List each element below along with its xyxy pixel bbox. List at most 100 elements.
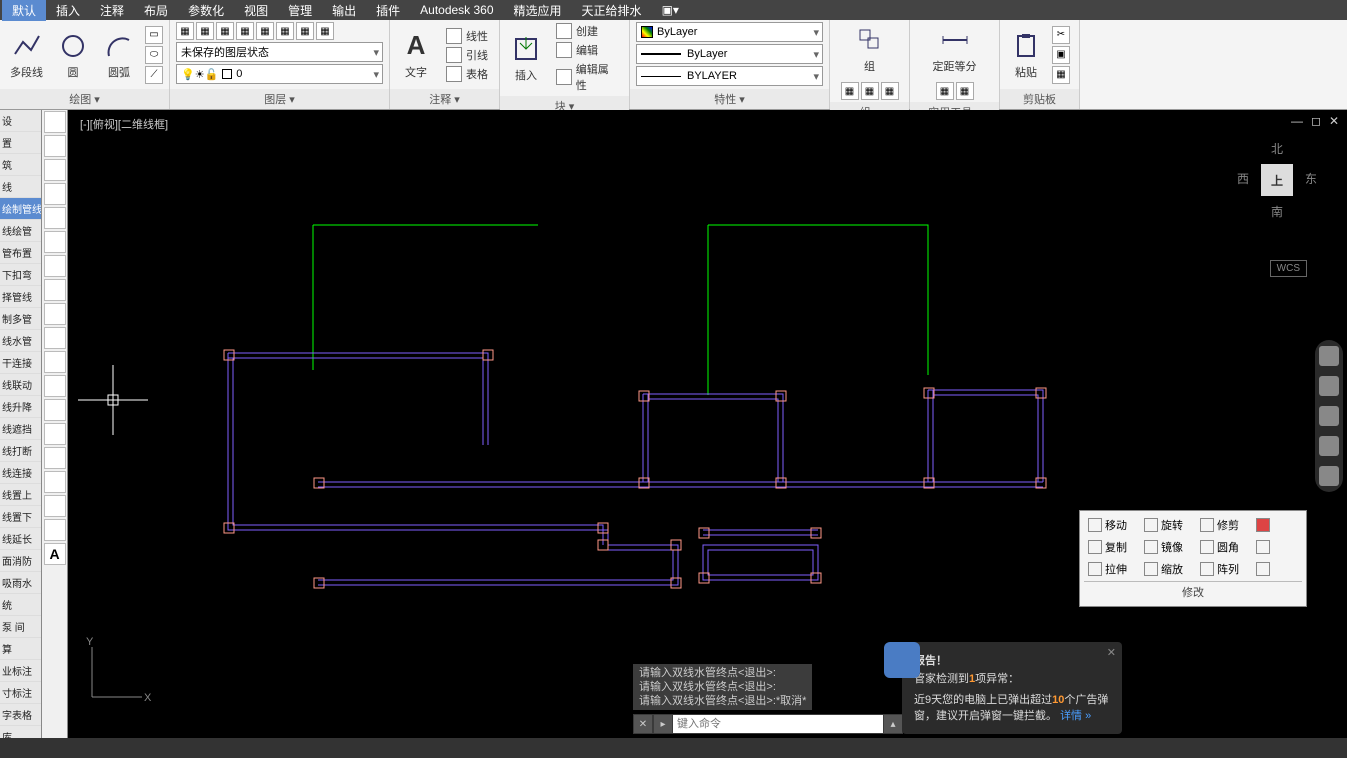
pan-icon[interactable] <box>1319 376 1339 396</box>
text-button[interactable]: A 文字 <box>396 28 436 82</box>
rotate-button[interactable]: 旋转 <box>1140 515 1190 535</box>
layer-tool-icon[interactable]: ▦ <box>216 22 234 40</box>
current-layer-combo[interactable]: 💡 ☀ 🔓 0 <box>176 64 383 84</box>
construction-line-icon[interactable] <box>44 135 66 157</box>
edit-attr-button[interactable]: 编辑属性 <box>552 60 623 94</box>
array-button[interactable]: 阵列 <box>1196 559 1246 579</box>
ellipse-arc-icon[interactable] <box>44 351 66 373</box>
color-combo[interactable]: ByLayer <box>636 22 823 42</box>
sidebar-item[interactable]: 线升降 <box>0 396 41 418</box>
cmd-close-icon[interactable]: ✕ <box>634 715 652 733</box>
viewcube-west[interactable]: 西 <box>1237 170 1249 187</box>
gradient-tool-icon[interactable] <box>44 471 66 493</box>
showmotion-icon[interactable] <box>1319 466 1339 486</box>
menu-item[interactable]: 注释 <box>90 0 134 21</box>
group-button[interactable]: 组 <box>850 22 890 76</box>
mirror-button[interactable]: 镜像 <box>1140 537 1190 557</box>
menu-item[interactable]: 天正给排水 <box>572 0 652 21</box>
layer-state-combo[interactable]: 未保存的图层状态 <box>176 42 383 62</box>
draw-small-button[interactable]: ▭ <box>145 26 163 44</box>
sidebar-item[interactable]: 寸标注 <box>0 682 41 704</box>
panel-title[interactable]: 特性 ▾ <box>630 89 829 109</box>
sidebar-item[interactable]: 面消防 <box>0 550 41 572</box>
menu-item[interactable]: 视图 <box>234 0 278 21</box>
sidebar-item[interactable]: 线延长 <box>0 528 41 550</box>
cmd-recent-icon[interactable]: ▸ <box>654 715 672 733</box>
menu-item[interactable]: Autodesk 360 <box>410 1 503 19</box>
paste-button[interactable]: 粘贴 <box>1006 28 1046 82</box>
edit-block-button[interactable]: 编辑 <box>552 41 623 59</box>
menu-item[interactable]: 插件 <box>366 0 410 21</box>
ellipse-tool-icon[interactable] <box>44 327 66 349</box>
menu-item[interactable]: 参数化 <box>178 0 234 21</box>
sidebar-item[interactable]: 吸雨水 <box>0 572 41 594</box>
sidebar-item[interactable]: 线绘管 <box>0 220 41 242</box>
layer-tool-icon[interactable]: ▦ <box>316 22 334 40</box>
menu-item[interactable]: 插入 <box>46 0 90 21</box>
sidebar-item[interactable]: 择管线 <box>0 286 41 308</box>
line-tool-icon[interactable] <box>44 111 66 133</box>
sidebar-item[interactable]: 算 <box>0 638 41 660</box>
menu-panel-toggle-icon[interactable]: ▣▾ <box>652 1 689 19</box>
layer-tool-icon[interactable]: ▦ <box>196 22 214 40</box>
insert-block-icon[interactable] <box>44 375 66 397</box>
viewcube-top[interactable]: 上 <box>1261 164 1293 196</box>
group-small-button[interactable]: ▦ <box>841 82 859 100</box>
panel-title[interactable]: 剪贴板 <box>1000 89 1079 109</box>
sidebar-item[interactable]: 线连接 <box>0 462 41 484</box>
menu-item[interactable]: 布局 <box>134 0 178 21</box>
create-block-button[interactable]: 创建 <box>552 22 623 40</box>
group-small-button[interactable]: ▦ <box>861 82 879 100</box>
cut-icon[interactable]: ✂ <box>1052 26 1070 44</box>
polyline-button[interactable]: 多段线 <box>6 28 47 82</box>
table-tool-icon[interactable] <box>44 519 66 541</box>
sidebar-item[interactable]: 线置下 <box>0 506 41 528</box>
insert-block-button[interactable]: 插入 <box>506 31 546 85</box>
sidebar-item[interactable]: 泵 间 <box>0 616 41 638</box>
linetype-combo[interactable]: BYLAYER <box>636 66 823 86</box>
match-icon[interactable]: ▦ <box>1052 66 1070 84</box>
command-input[interactable] <box>673 715 883 733</box>
sidebar-item[interactable]: 线联动 <box>0 374 41 396</box>
region-tool-icon[interactable] <box>44 495 66 517</box>
menu-item[interactable]: 精选应用 <box>504 0 572 21</box>
viewcube-north[interactable]: 北 <box>1271 140 1283 157</box>
stretch-button[interactable]: 拉伸 <box>1084 559 1134 579</box>
cmd-expand-icon[interactable]: ▴ <box>884 715 902 733</box>
sidebar-item[interactable]: 制多管 <box>0 308 41 330</box>
sidebar-item[interactable]: 设 <box>0 110 41 132</box>
panel-title[interactable]: 图层 ▾ <box>170 89 389 109</box>
sidebar-item[interactable]: 业标注 <box>0 660 41 682</box>
util-small-button[interactable]: ▦ <box>956 82 974 100</box>
linear-dim-button[interactable]: 线性 <box>442 27 492 45</box>
steering-wheel-icon[interactable] <box>1319 346 1339 366</box>
arc-button[interactable]: 圆弧 <box>99 28 139 82</box>
popup-close-icon[interactable]: ✕ <box>1107 646 1116 659</box>
popup-details-link[interactable]: 详情 » <box>1060 710 1091 722</box>
offset-button[interactable] <box>1252 559 1302 579</box>
table-button[interactable]: 表格 <box>442 65 492 83</box>
circle-tool-icon[interactable] <box>44 255 66 277</box>
draw-small-button[interactable]: ⬭ <box>145 46 163 64</box>
make-block-icon[interactable] <box>44 399 66 421</box>
scale-button[interactable]: 缩放 <box>1140 559 1190 579</box>
sidebar-item[interactable]: 下扣弯 <box>0 264 41 286</box>
mtext-tool-icon[interactable]: A <box>44 543 66 565</box>
wcs-label[interactable]: WCS <box>1270 260 1307 277</box>
layer-tool-icon[interactable]: ▦ <box>256 22 274 40</box>
copy-button[interactable]: 复制 <box>1084 537 1134 557</box>
point-tool-icon[interactable] <box>44 423 66 445</box>
copy-icon[interactable]: ▣ <box>1052 46 1070 64</box>
measure-button[interactable]: 定距等分 <box>929 22 981 76</box>
erase-button[interactable] <box>1252 515 1302 535</box>
polygon-tool-icon[interactable] <box>44 183 66 205</box>
sidebar-item[interactable]: 统 <box>0 594 41 616</box>
menu-item[interactable]: 默认 <box>2 0 46 21</box>
sidebar-item[interactable]: 库 <box>0 726 41 738</box>
viewcube-east[interactable]: 东 <box>1305 170 1317 187</box>
lineweight-combo[interactable]: ByLayer <box>636 44 823 64</box>
circle-button[interactable]: 圆 <box>53 28 93 82</box>
spline-tool-icon[interactable] <box>44 303 66 325</box>
rectangle-tool-icon[interactable] <box>44 207 66 229</box>
draw-small-button[interactable]: ⟋ <box>145 66 163 84</box>
